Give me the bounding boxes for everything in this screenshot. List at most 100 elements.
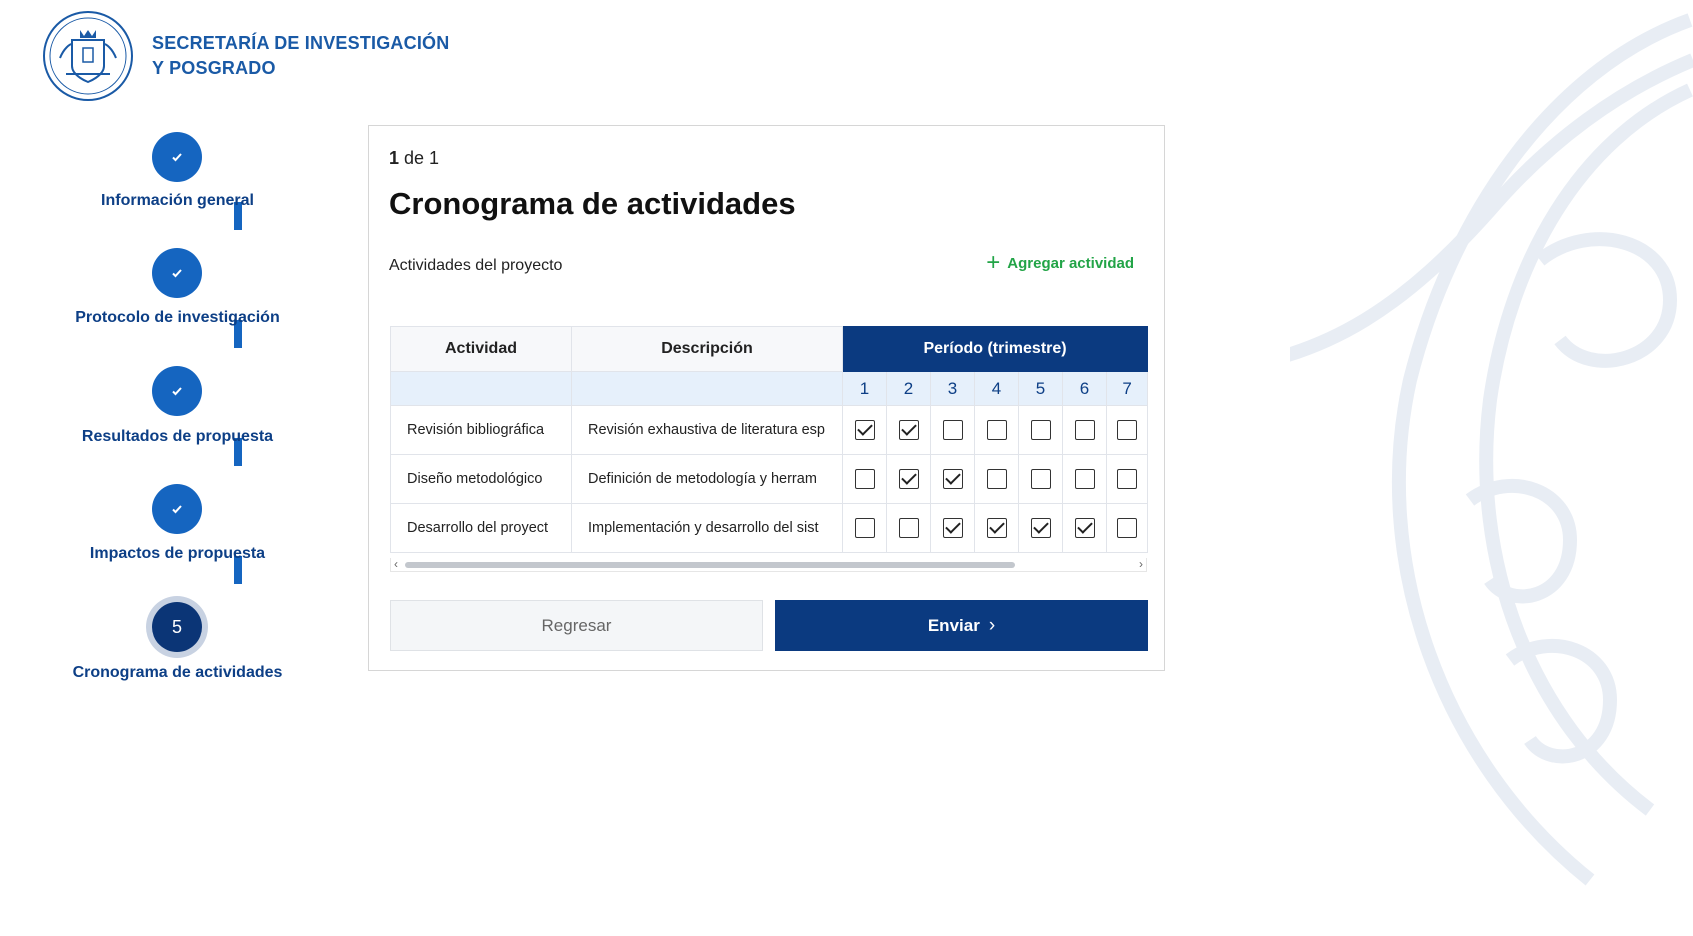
step-label: Cronograma de actividades (72, 664, 283, 681)
step-label: Impactos de propuesta (89, 545, 266, 562)
period-cell (842, 405, 887, 455)
period-checkbox[interactable] (854, 518, 875, 538)
period-cell (930, 405, 975, 455)
period-cell (1062, 503, 1107, 553)
page-title: Cronograma de actividades (389, 186, 796, 221)
period-checkbox[interactable] (1117, 518, 1138, 538)
period-number: 4 (974, 371, 1019, 406)
brand-header: SECRETARÍA DE INVESTIGACIÓN Y POSGRADO (42, 10, 449, 102)
period-cell (1105, 405, 1149, 455)
period-cell (886, 503, 931, 553)
period-cell (886, 454, 931, 504)
period-checkbox[interactable] (1074, 518, 1095, 538)
add-activity-label: Agregar actividad (1007, 254, 1134, 272)
period-checkbox[interactable] (1030, 469, 1051, 489)
activities-table: Actividad Descripción Período (trimestre… (390, 326, 1149, 553)
period-checkbox[interactable] (942, 518, 963, 538)
period-number: 6 (1062, 371, 1107, 406)
org-name-line1: SECRETARÍA DE INVESTIGACIÓN (152, 33, 450, 53)
chevron-right-icon: › (988, 614, 996, 636)
period-checkbox[interactable] (898, 469, 919, 489)
period-number: 3 (930, 371, 975, 406)
step-completed-indicator (152, 484, 202, 534)
period-cell (1018, 405, 1063, 455)
plus-icon: + (986, 249, 1001, 276)
university-seal-logo (43, 11, 133, 101)
activities-table-container: Actividad Descripción Período (trimestre… (390, 326, 1149, 553)
description-cell: Definición de metodología y herram (571, 454, 843, 504)
period-number: 7 (1105, 371, 1149, 406)
activity-cell: Revisión bibliográfica (390, 405, 572, 455)
period-cell (1062, 405, 1107, 455)
form-card: 1 de 1 Cronograma de actividades Activid… (368, 125, 1165, 671)
check-icon (172, 269, 182, 278)
section-subtitle: Actividades del proyecto (389, 257, 563, 274)
period-number: 5 (1018, 371, 1063, 406)
description-cell: Revisión exhaustiva de literatura esp (571, 405, 843, 455)
scrollbar-thumb[interactable] (405, 562, 1015, 568)
step-completed-indicator (152, 132, 202, 182)
period-cell (1062, 454, 1107, 504)
activity-cell: Diseño metodológico (390, 454, 572, 504)
send-button[interactable]: Enviar › (775, 600, 1148, 651)
column-header-activity: Actividad (390, 326, 572, 372)
period-cell (886, 405, 931, 455)
send-button-label: Enviar (927, 615, 980, 635)
watermark-ornament (1290, 13, 1693, 886)
period-cell (1018, 454, 1063, 504)
page-total: de 1 (399, 148, 440, 168)
step-completed-indicator (152, 366, 202, 416)
period-number: 1 (842, 371, 887, 406)
period-checkbox[interactable] (898, 420, 919, 440)
description-cell: Implementación y desarrollo del sist (571, 503, 843, 553)
table-row: Desarrollo del proyect Implementación y d… (390, 503, 1149, 553)
period-checkbox[interactable] (854, 469, 875, 489)
back-button[interactable]: Regresar (390, 600, 763, 651)
period-checkbox[interactable] (1117, 420, 1138, 440)
period-cell (974, 454, 1019, 504)
period-cell (974, 503, 1019, 553)
period-number: 2 (886, 371, 931, 406)
activity-cell: Desarrollo del proyect (390, 503, 572, 553)
period-cell (842, 454, 887, 504)
period-checkbox[interactable] (986, 518, 1007, 538)
period-cell (974, 405, 1019, 455)
page-indicator: 1 de 1 (389, 148, 439, 169)
scroll-left-icon[interactable]: ‹ (394, 557, 398, 571)
period-cell (930, 454, 975, 504)
period-checkbox[interactable] (1074, 469, 1095, 489)
column-header-period: Período (trimestre) (841, 326, 1149, 372)
step-active-indicator: 5 (152, 602, 202, 652)
step-label: Protocolo de investigación (75, 309, 280, 326)
period-cell (1105, 454, 1149, 504)
period-checkbox[interactable] (1117, 469, 1138, 489)
check-icon (172, 153, 182, 162)
period-checkbox[interactable] (854, 420, 875, 440)
period-checkbox[interactable] (898, 518, 919, 538)
check-icon (172, 505, 182, 514)
period-checkbox[interactable] (1030, 518, 1051, 538)
period-checkbox[interactable] (1030, 420, 1051, 440)
step-completed-indicator (152, 248, 202, 298)
step-label: Resultados de propuesta (81, 428, 274, 445)
column-header-description: Descripción (571, 326, 843, 372)
scroll-right-icon[interactable]: › (1139, 557, 1143, 571)
period-checkbox[interactable] (986, 420, 1007, 440)
period-cell (1105, 503, 1149, 553)
period-checkbox[interactable] (1074, 420, 1095, 440)
period-cell (842, 503, 887, 553)
period-checkbox[interactable] (942, 469, 963, 489)
period-cell (1018, 503, 1063, 553)
table-row: Diseño metodológico Definición de metodol… (390, 454, 1149, 504)
subheader-empty (390, 371, 572, 406)
subheader-empty (571, 371, 843, 406)
period-checkbox[interactable] (986, 469, 1007, 489)
step-label: Información general (101, 192, 254, 209)
org-name-line2: Y POSGRADO (152, 58, 276, 78)
period-cell (930, 503, 975, 553)
table-row: Revisión bibliográfica Revisión exhaustiv… (390, 405, 1149, 455)
page-current: 1 (389, 148, 400, 168)
table-horizontal-scrollbar[interactable]: ‹ › (390, 557, 1147, 572)
period-checkbox[interactable] (942, 420, 963, 440)
add-activity-button[interactable]: + Agregar actividad (986, 249, 1134, 276)
